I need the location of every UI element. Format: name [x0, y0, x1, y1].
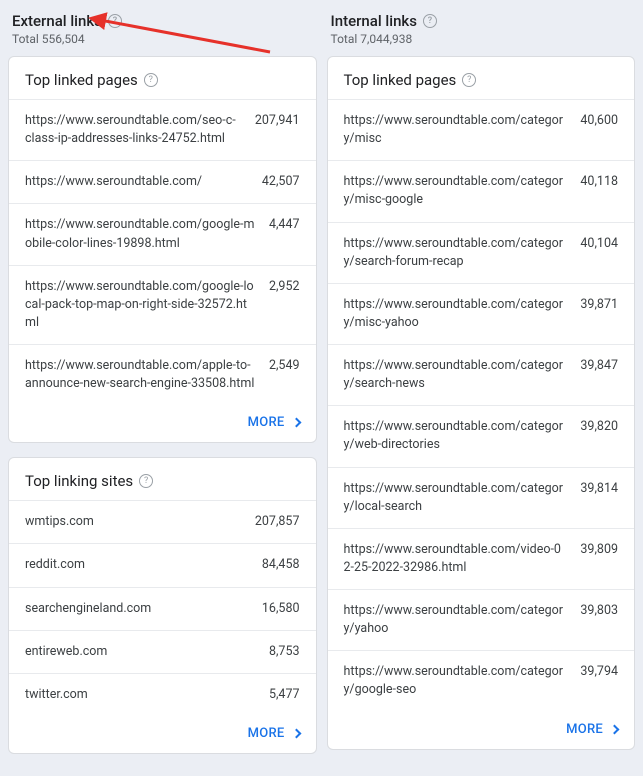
table-row[interactable]: https://www.seroundtable.com/seo-c-class… [9, 99, 316, 160]
table-row[interactable]: https://www.seroundtable.com/category/mi… [328, 99, 635, 160]
row-url: https://www.seroundtable.com/video-02-25… [344, 541, 567, 577]
external-total: Total 556,504 [12, 32, 317, 46]
row-value: 39,794 [580, 663, 618, 679]
table-row[interactable]: https://www.seroundtable.com/42,507 [9, 160, 316, 203]
top-linking-sites-card: Top linking sites ? wmtips.com 207,857 red… [8, 457, 317, 754]
help-icon[interactable]: ? [139, 474, 153, 488]
row-url: https://www.seroundtable.com/category/we… [344, 418, 567, 454]
row-url: wmtips.com [25, 513, 241, 531]
row-url: reddit.com [25, 556, 248, 574]
more-button[interactable]: MORE [248, 415, 300, 430]
more-label: MORE [566, 722, 603, 737]
table-row[interactable]: https://www.seroundtable.com/category/lo… [328, 467, 635, 528]
row-url: https://www.seroundtable.com/google-mobi… [25, 216, 255, 252]
table-row[interactable]: https://www.seroundtable.com/category/mi… [328, 283, 635, 344]
external-header: External links ? Total 556,504 [12, 12, 317, 46]
row-url: twitter.com [25, 686, 255, 704]
table-row[interactable]: searchengineland.com 16,580 [9, 587, 316, 630]
row-value: 207,941 [255, 112, 300, 128]
row-url: https://www.seroundtable.com/category/lo… [344, 480, 567, 516]
row-value: 42,507 [262, 173, 300, 189]
row-url: searchengineland.com [25, 600, 248, 618]
row-value: 40,600 [580, 112, 618, 128]
table-row[interactable]: https://www.seroundtable.com/category/se… [328, 222, 635, 283]
row-value: 39,871 [580, 296, 618, 312]
chevron-right-icon [291, 728, 301, 738]
row-url: https://www.seroundtable.com/category/mi… [344, 173, 567, 209]
row-value: 5,477 [269, 686, 300, 702]
table-row[interactable]: https://www.seroundtable.com/category/we… [328, 405, 635, 466]
help-icon[interactable]: ? [462, 73, 476, 87]
row-value: 39,803 [580, 602, 618, 618]
row-value: 39,847 [580, 357, 618, 373]
row-value: 39,809 [580, 541, 618, 557]
top-linked-pages-card: Top linked pages ? https://www.seroundta… [327, 56, 636, 750]
row-value: 40,118 [580, 173, 618, 189]
row-url: https://www.seroundtable.com/category/go… [344, 663, 567, 699]
table-row[interactable]: https://www.seroundtable.com/category/mi… [328, 160, 635, 221]
row-url: https://www.seroundtable.com/category/ya… [344, 602, 567, 638]
row-value: 16,580 [262, 600, 300, 616]
table-row[interactable]: https://www.seroundtable.com/category/ya… [328, 589, 635, 650]
table-body: wmtips.com 207,857 reddit.com 84,458 searche… [9, 500, 316, 716]
card-title: Top linked pages [344, 71, 457, 89]
table-row[interactable]: https://www.seroundtable.com/category/se… [328, 344, 635, 405]
row-value: 2,952 [269, 278, 300, 294]
more-button[interactable]: MORE [566, 722, 618, 737]
more-label: MORE [248, 726, 285, 741]
table-row[interactable]: twitter.com 5,477 [9, 673, 316, 716]
row-value: 39,814 [580, 480, 618, 496]
help-icon[interactable]: ? [144, 73, 158, 87]
help-icon[interactable]: ? [108, 14, 122, 28]
row-value: 207,857 [255, 513, 300, 529]
row-url: https://www.seroundtable.com/seo-c-class… [25, 112, 241, 148]
row-value: 84,458 [262, 556, 300, 572]
row-url: https://www.seroundtable.com/category/se… [344, 235, 567, 271]
more-label: MORE [248, 415, 285, 430]
table-body: https://www.seroundtable.com/category/mi… [328, 99, 635, 712]
more-button[interactable]: MORE [248, 726, 300, 741]
internal-header: Internal links ? Total 7,044,938 [331, 12, 636, 46]
table-body: https://www.seroundtable.com/seo-c-class… [9, 99, 316, 405]
row-url: https://www.seroundtable.com/apple-to-an… [25, 357, 255, 393]
row-url: entireweb.com [25, 643, 255, 661]
table-row[interactable]: https://www.seroundtable.com/category/go… [328, 650, 635, 711]
row-value: 39,820 [580, 418, 618, 434]
row-value: 4,447 [269, 216, 300, 232]
row-value: 2,549 [269, 357, 300, 373]
table-row[interactable]: wmtips.com 207,857 [9, 500, 316, 543]
card-title: Top linking sites [25, 472, 133, 490]
row-url: https://www.seroundtable.com/ [25, 173, 248, 191]
internal-title: Internal links [331, 12, 417, 30]
chevron-right-icon [291, 418, 301, 428]
row-value: 40,104 [580, 235, 618, 251]
table-row[interactable]: https://www.seroundtable.com/google-loca… [9, 265, 316, 344]
chevron-right-icon [610, 724, 620, 734]
row-value: 8,753 [269, 643, 300, 659]
internal-links-column: Internal links ? Total 7,044,938 Top lin… [327, 8, 636, 768]
table-row[interactable]: https://www.seroundtable.com/google-mobi… [9, 203, 316, 264]
table-row[interactable]: reddit.com 84,458 [9, 543, 316, 586]
external-links-column: External links ? Total 556,504 Top linke… [8, 8, 317, 768]
row-url: https://www.seroundtable.com/google-loca… [25, 278, 255, 332]
row-url: https://www.seroundtable.com/category/mi… [344, 296, 567, 332]
table-row[interactable]: entireweb.com 8,753 [9, 630, 316, 673]
top-linked-pages-card: Top linked pages ? https://www.seroundta… [8, 56, 317, 443]
help-icon[interactable]: ? [423, 14, 437, 28]
card-title: Top linked pages [25, 71, 138, 89]
row-url: https://www.seroundtable.com/category/se… [344, 357, 567, 393]
row-url: https://www.seroundtable.com/category/mi… [344, 112, 567, 148]
table-row[interactable]: https://www.seroundtable.com/video-02-25… [328, 528, 635, 589]
internal-total: Total 7,044,938 [331, 32, 636, 46]
external-title: External links [12, 12, 102, 30]
table-row[interactable]: https://www.seroundtable.com/apple-to-an… [9, 344, 316, 405]
